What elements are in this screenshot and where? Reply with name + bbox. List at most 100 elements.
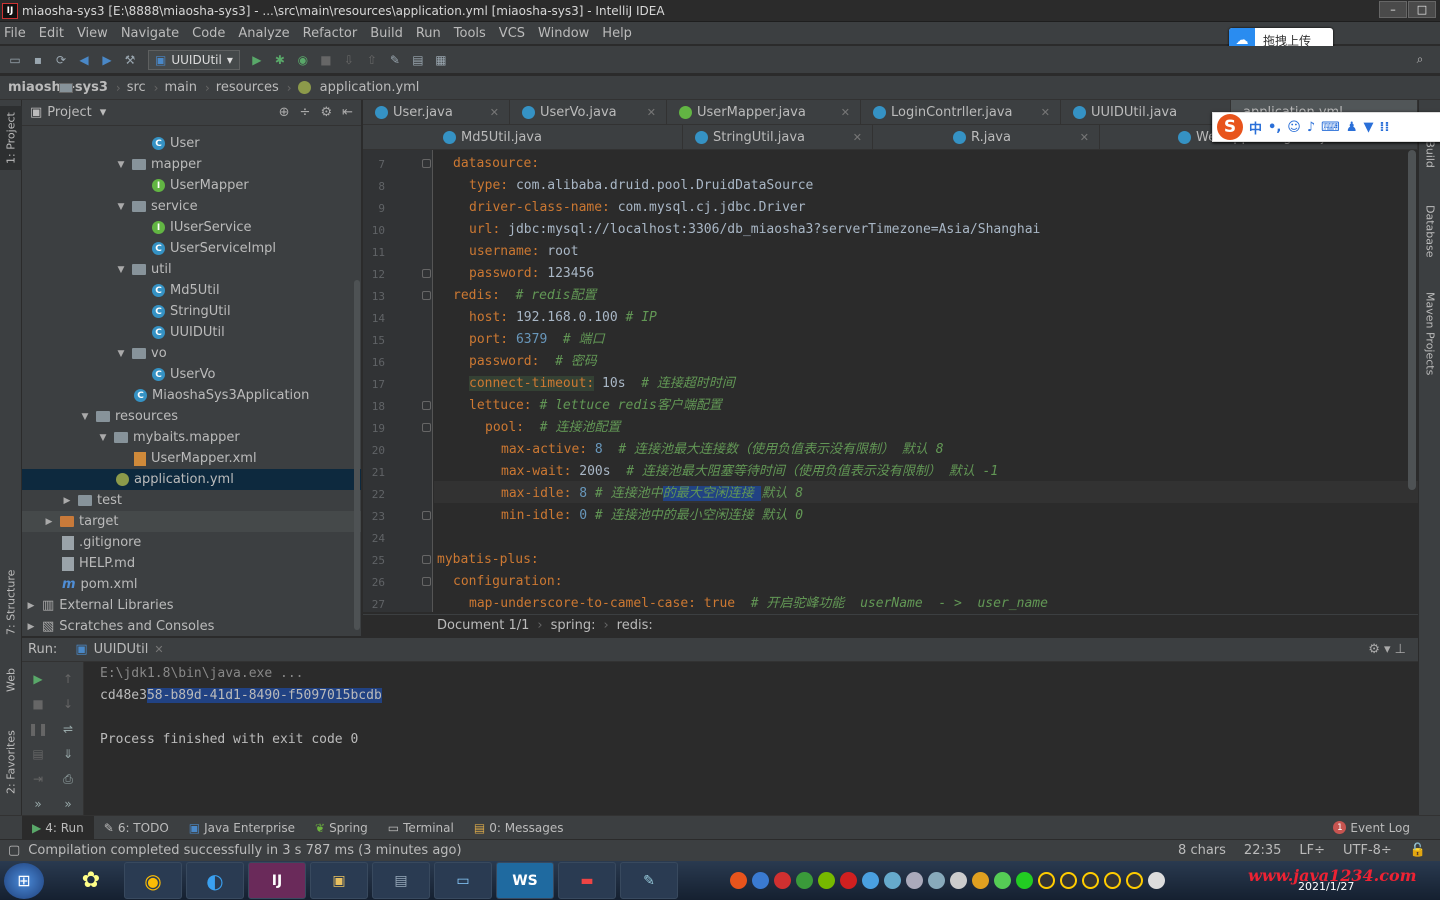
- status-encoding[interactable]: UTF-8÷: [1343, 843, 1392, 858]
- exit-icon[interactable]: ⇥: [30, 772, 46, 786]
- tool-tab-favorites[interactable]: 2: Favorites: [0, 720, 22, 804]
- skin-icon[interactable]: ▼: [1364, 120, 1374, 135]
- fold-marker-icon[interactable]: [422, 269, 431, 278]
- tool-tab-run[interactable]: ▶ 4: Run: [22, 815, 94, 840]
- vcs-commit-icon[interactable]: ⇧: [363, 51, 381, 69]
- soft-wrap-icon[interactable]: ⇌: [60, 722, 76, 736]
- tree-item-external-libraries[interactable]: ▶ ▥ External Libraries: [22, 595, 361, 616]
- more-icon[interactable]: »: [30, 797, 46, 811]
- tray-app-icon[interactable]: [752, 872, 769, 889]
- tree-item-iuserservice[interactable]: I IUserService: [22, 217, 361, 238]
- tree-item-mapper[interactable]: ▼ mapper: [22, 154, 361, 175]
- rerun-icon[interactable]: ▶: [30, 672, 46, 686]
- tree-item-application-yml[interactable]: application.yml: [22, 469, 361, 490]
- tree-item-vo[interactable]: ▼ vo: [22, 343, 361, 364]
- run-icon[interactable]: ▶: [248, 51, 266, 69]
- taskbar-photos-icon[interactable]: ✿: [62, 862, 120, 899]
- project-scrollbar[interactable]: [354, 280, 360, 630]
- run-config-select[interactable]: ▣ UUIDUtil ▾: [148, 49, 240, 70]
- tray-qq-icon[interactable]: [1126, 872, 1143, 889]
- lock-icon[interactable]: 🔓: [1410, 843, 1426, 858]
- breadcrumb-main[interactable]: main: [59, 80, 197, 95]
- menu-window[interactable]: Window: [538, 26, 589, 41]
- tray-qq-icon[interactable]: [1082, 872, 1099, 889]
- breadcrumb-redis[interactable]: redis:: [617, 618, 653, 633]
- fold-marker-icon[interactable]: [422, 577, 431, 586]
- tree-item-md5util[interactable]: C Md5Util: [22, 280, 361, 301]
- tree-item-util[interactable]: ▼ util: [22, 259, 361, 280]
- close-icon[interactable]: ✕: [853, 131, 862, 144]
- start-button[interactable]: ⊞: [4, 862, 44, 899]
- menu-navigate[interactable]: Navigate: [121, 26, 179, 41]
- menu-build[interactable]: Build: [370, 26, 403, 41]
- taskbar-chrome-icon[interactable]: ◉: [124, 862, 182, 899]
- menu-file[interactable]: File: [4, 26, 26, 41]
- tray-app-icon[interactable]: [906, 872, 923, 889]
- fold-marker-icon[interactable]: [422, 291, 431, 300]
- pause-icon[interactable]: ❚❚: [28, 722, 48, 736]
- taskbar-editor-icon[interactable]: ▤: [372, 862, 430, 899]
- fold-marker-icon[interactable]: [422, 511, 431, 520]
- fold-marker-icon[interactable]: [422, 159, 431, 168]
- user-icon[interactable]: ♟: [1346, 120, 1358, 135]
- project-structure-icon[interactable]: ▤: [409, 51, 427, 69]
- tool-tab-spring[interactable]: ❦ Spring: [305, 816, 378, 840]
- more-icon[interactable]: »: [60, 797, 76, 811]
- fold-marker-icon[interactable]: [422, 423, 431, 432]
- toggle-tool-windows-icon[interactable]: ▢: [8, 843, 20, 858]
- ime-mode[interactable]: 中: [1249, 118, 1262, 137]
- scroll-down-icon[interactable]: ↓: [60, 697, 76, 711]
- maximize-button[interactable]: □: [1408, 1, 1436, 18]
- tray-app-icon[interactable]: [928, 872, 945, 889]
- stop-icon[interactable]: ■: [317, 51, 335, 69]
- tray-shield-icon[interactable]: [796, 872, 813, 889]
- tool-tab-maven[interactable]: Maven Projects: [1419, 284, 1440, 384]
- tree-item-mybaits-mapper[interactable]: ▼ mybaits.mapper: [22, 427, 361, 448]
- tool-tab-database[interactable]: Database: [1419, 196, 1440, 266]
- back-icon[interactable]: ◀: [75, 51, 93, 69]
- tree-item-usermapper[interactable]: I UserMapper: [22, 175, 361, 196]
- keyboard-icon[interactable]: ⌨: [1321, 120, 1340, 135]
- editor-scrollbar[interactable]: [1408, 150, 1416, 490]
- chevron-down-icon[interactable]: ▼: [116, 265, 126, 275]
- gear-icon[interactable]: ⚙: [320, 105, 332, 120]
- status-line-separator[interactable]: LF÷: [1299, 843, 1325, 858]
- tray-app-icon[interactable]: [884, 872, 901, 889]
- minimize-button[interactable]: –: [1379, 1, 1407, 18]
- tree-item-stringutil[interactable]: C StringUtil: [22, 301, 361, 322]
- sync-icon[interactable]: ⟳: [52, 51, 70, 69]
- chevron-down-icon[interactable]: ▼: [98, 433, 108, 443]
- tree-item-scratches[interactable]: ▶ ▧ Scratches and Consoles: [22, 616, 361, 636]
- collapse-icon[interactable]: ÷: [300, 105, 311, 120]
- code-editor[interactable]: 7 8 9 10 11 12 13 14 15 16 17 18 19 20 21 22 23 24 25 26 27 …: [363, 150, 1418, 612]
- save-icon[interactable]: ▪: [29, 51, 47, 69]
- chevron-right-icon[interactable]: ▶: [26, 601, 36, 611]
- vcs-update-icon[interactable]: ⇩: [340, 51, 358, 69]
- tray-qq-icon[interactable]: [1038, 872, 1055, 889]
- project-panel-title[interactable]: Project: [47, 105, 91, 120]
- tool-tab-messages[interactable]: ▤ 0: Messages: [464, 816, 574, 840]
- tab-md5util-java[interactable]: Md5Util.java: [363, 124, 683, 150]
- tab-user-java[interactable]: User.java ✕: [363, 99, 510, 125]
- chevron-right-icon[interactable]: ▶: [62, 496, 72, 506]
- chevron-down-icon[interactable]: ▼: [116, 160, 126, 170]
- punct-icon[interactable]: •,: [1268, 120, 1281, 135]
- tray-wechat-icon[interactable]: [1016, 872, 1033, 889]
- breadcrumb-spring[interactable]: spring:: [551, 618, 596, 633]
- tab-stringutil-java[interactable]: StringUtil.java ✕: [683, 124, 873, 150]
- breadcrumb-file[interactable]: application.yml: [297, 80, 419, 95]
- menu-tools[interactable]: Tools: [454, 26, 486, 41]
- dump-icon[interactable]: ▤: [30, 747, 46, 761]
- tray-app-icon[interactable]: [972, 872, 989, 889]
- chevron-down-icon[interactable]: ▾: [100, 105, 107, 120]
- tree-item-test[interactable]: ▶ test: [22, 490, 361, 511]
- tray-sogou-icon[interactable]: [730, 872, 747, 889]
- fold-marker-icon[interactable]: [422, 555, 431, 564]
- locate-icon[interactable]: ⊕: [279, 105, 290, 120]
- terminal-icon[interactable]: ▦: [432, 51, 450, 69]
- print-icon[interactable]: ⎙: [60, 772, 76, 786]
- tree-item-resources[interactable]: ▼ resources: [22, 406, 361, 427]
- tree-item-usermapper-xml[interactable]: UserMapper.xml: [22, 448, 361, 469]
- tray-nvidia-icon[interactable]: [818, 872, 835, 889]
- menu-grid-icon[interactable]: ⁞⁞: [1380, 120, 1390, 135]
